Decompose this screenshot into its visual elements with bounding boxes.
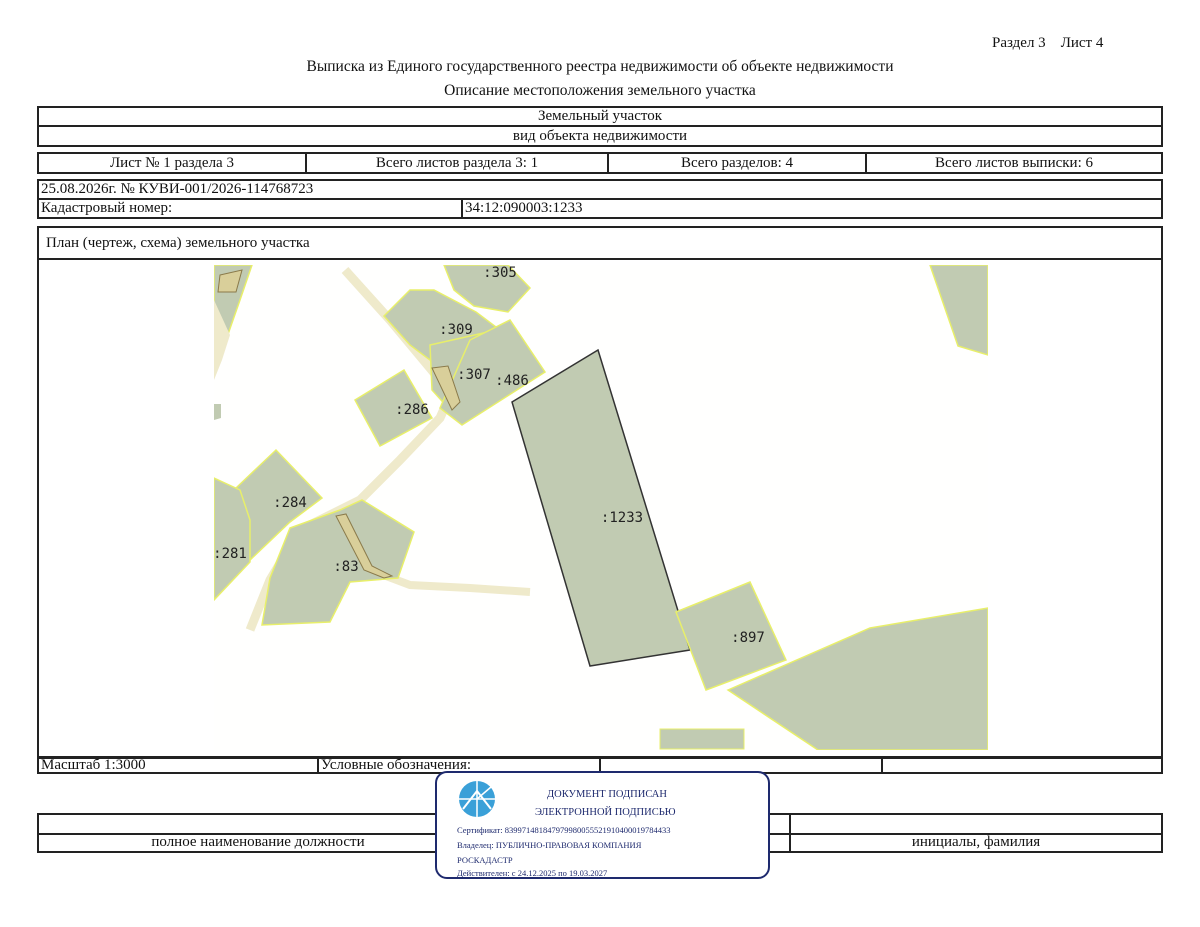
document-subtitle: Описание местоположения земельного участ…	[444, 82, 756, 99]
stamp-owner: Владелец: ПУБЛИЧНО-ПРАВОВАЯ КОМПАНИЯ	[457, 840, 642, 850]
legend-blank	[601, 758, 883, 772]
cadastral-label: Кадастровый номер:	[39, 200, 463, 217]
parcel-label: :286	[395, 402, 429, 418]
sheet-number: Лист 4	[1060, 35, 1104, 51]
rosreestr-emblem-icon	[459, 781, 495, 817]
plan-title: План (чертеж, схема) земельного участка	[39, 228, 1161, 260]
parcel-map: :305 :309 :307 :486 :286 :284 :281 :83 :…	[214, 265, 988, 750]
record-box: 25.08.2026г. № КУВИ-001/2026-114768723 К…	[37, 179, 1163, 219]
cadastral-value: 34:12:090003:1233	[465, 200, 583, 216]
parcel-label: :284	[273, 495, 307, 511]
record-date-number: 25.08.2026г. № КУВИ-001/2026-114768723	[39, 181, 1161, 200]
object-type-caption: вид объекта недвижимости	[512, 127, 688, 144]
parcel-label: :1233	[601, 510, 643, 526]
legend-label: Условные обозначения:	[319, 757, 601, 772]
stamp-certificate: Сертификат: 8399714818479799800555219104…	[457, 825, 671, 835]
position-caption: полное наименование должности	[39, 834, 479, 851]
stamp-line-2: ЭЛЕКТРОННОЙ ПОДПИСЬЮ	[535, 807, 676, 818]
total-sheets-extract: Всего листов выписки: 6	[935, 154, 1093, 171]
parcel-label: :305	[483, 265, 517, 281]
parcel-label: :486	[495, 373, 529, 389]
legend-blank-2	[883, 758, 1161, 772]
scale-label: Масштаб 1:3000	[39, 757, 319, 772]
total-sections: Всего разделов: 4	[609, 154, 867, 172]
name-blank	[791, 815, 1161, 833]
electronic-signature-stamp: ДОКУМЕНТ ПОДПИСАН ЭЛЕКТРОННОЙ ПОДПИСЬЮ С…	[435, 771, 770, 879]
stamp-line-1: ДОКУМЕНТ ПОДПИСАН	[547, 789, 667, 800]
total-sheets-section: Всего листов раздела 3: 1	[307, 154, 609, 172]
object-type-box: Земельный участок вид объекта недвижимос…	[37, 106, 1163, 147]
parcel-label: :307	[457, 367, 491, 383]
parcel-left-small	[214, 404, 221, 420]
parcel-label: :83	[333, 559, 358, 575]
parcel-label: :309	[439, 322, 473, 338]
stamp-owner-2: РОСКАДАСТР	[457, 855, 513, 865]
section-sheet-label: Раздел 3 Лист 4	[992, 35, 1103, 52]
stamp-valid: Действителен: с 24.12.2025 по 19.03.2027	[457, 868, 608, 878]
parcel-south-small	[659, 728, 745, 750]
parcel-label: :897	[731, 630, 765, 646]
sheet-of-section: Лист № 1 раздела 3	[39, 154, 307, 172]
sheets-row: Лист № 1 раздела 3 Всего листов раздела …	[37, 152, 1163, 174]
section-number: Раздел 3	[992, 35, 1046, 51]
name-caption: инициалы, фамилия	[911, 834, 1041, 851]
document-title: Выписка из Единого государственного реес…	[306, 58, 894, 75]
parcel-label: :281	[214, 546, 247, 562]
object-type: Земельный участок	[39, 108, 1161, 127]
